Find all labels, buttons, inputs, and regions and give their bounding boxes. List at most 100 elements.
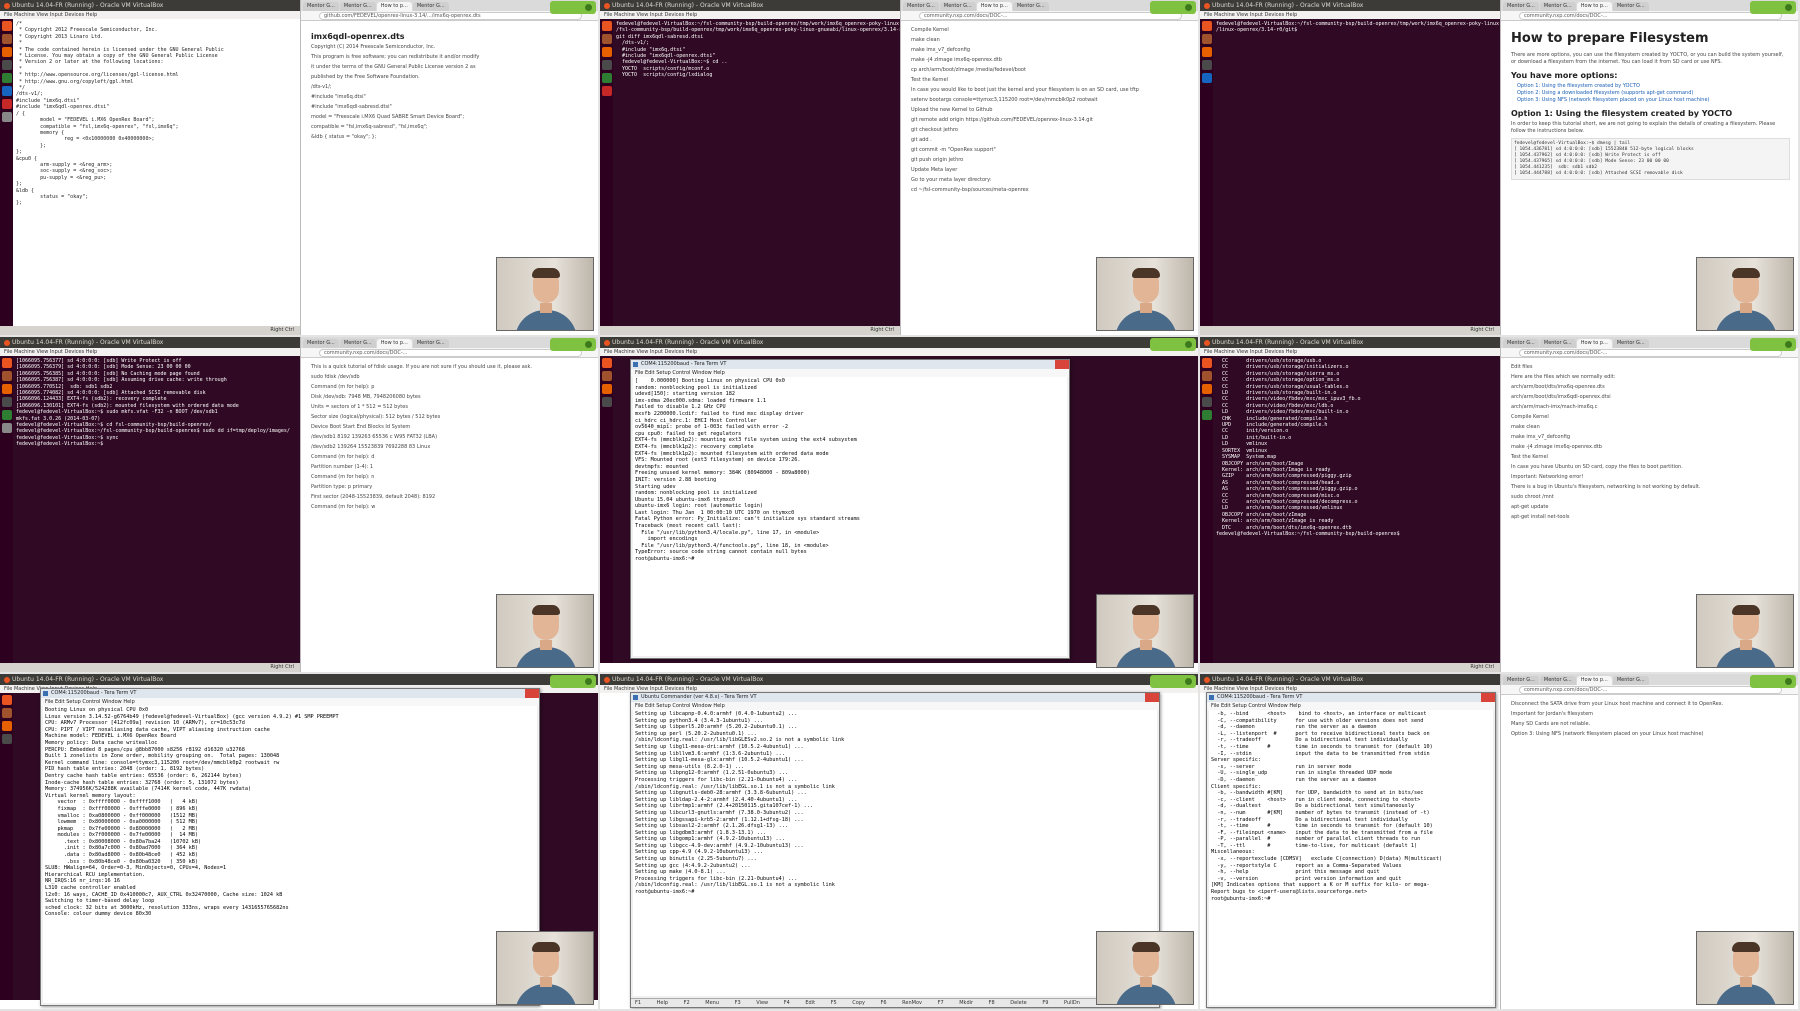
calc-icon[interactable] (1201, 410, 1212, 420)
option-link-1[interactable]: Option 1: Using the filesystem created b… (1517, 83, 1790, 90)
terminal-icon[interactable] (1, 397, 12, 407)
option-link-2[interactable]: Option 2: Using a downloaded filesystem … (1517, 90, 1790, 97)
address-bar[interactable]: community.nxp.com/docs/DOC-... (1519, 349, 1782, 357)
browser-tab[interactable]: How to p... (1576, 676, 1612, 685)
files-icon[interactable] (601, 371, 612, 381)
close-icon[interactable] (525, 689, 539, 698)
software-icon[interactable] (1, 99, 12, 109)
serial-console[interactable]: Booting Linux on physical CPU 0x0 Linux v… (43, 706, 537, 1003)
settings-icon[interactable] (1, 423, 12, 433)
browser-tab[interactable]: Mentor G... (1539, 339, 1576, 348)
browser-tab[interactable]: Mentor G... (1503, 676, 1539, 685)
browser-tab[interactable]: Mentor G... (1612, 339, 1649, 348)
vbox-menubar[interactable]: File Machine View Input Devices Help (600, 11, 900, 19)
firefox-icon[interactable] (1201, 384, 1212, 394)
browser-tab[interactable]: Mentor G... (339, 339, 376, 348)
thumbnail-6[interactable]: Ubuntu 14.04-FR (Running) - Oracle VM Vi… (1200, 337, 1800, 674)
serial-console[interactable]: -b, --bind <host> bind to <host>, an int… (1209, 710, 1493, 1005)
thumbnail-3[interactable]: Ubuntu 14.04-FR (Running) - Oracle VM Vi… (1200, 0, 1800, 337)
terminal[interactable]: fedevel@fedevel-VirtualBox:~/fsl-communi… (1213, 19, 1500, 326)
dash-icon[interactable] (1201, 21, 1212, 31)
dash-icon[interactable] (601, 358, 612, 368)
calc-icon[interactable] (601, 73, 612, 83)
writer-icon[interactable] (1, 86, 12, 96)
browser-tab[interactable]: Mentor G... (1539, 2, 1576, 11)
thumbnail-5[interactable]: Ubuntu 14.04-FR (Running) - Oracle VM Vi… (600, 337, 1200, 674)
files-icon[interactable] (601, 34, 612, 44)
firefox-icon[interactable] (601, 47, 612, 57)
teraterm-window[interactable]: Ubuntu Commander (ver 4.8.x) - Tera Term… (630, 692, 1160, 1008)
terminal-icon[interactable] (1201, 397, 1212, 407)
terminal-icon[interactable] (1, 734, 12, 744)
thumbnail-2[interactable]: Ubuntu 14.04-FR (Running) - Oracle VM Vi… (600, 0, 1200, 337)
thumbnail-4[interactable]: Ubuntu 14.04-FR (Running) - Oracle VM Vi… (0, 337, 600, 674)
vbox-menubar[interactable]: File Machine View Input Devices Help (0, 348, 300, 356)
serial-console[interactable]: Setting up libcapnp-0.4.0:armhf (0.4.0-1… (633, 710, 1157, 996)
browser-tab[interactable]: How to p... (376, 2, 412, 11)
teraterm-window[interactable]: COM4:115200baud - Tera Term VT File Edit… (630, 359, 1070, 659)
vbox-menubar[interactable]: File Machine View Input Devices Help (1200, 348, 1500, 356)
terminal-icon[interactable] (1201, 60, 1212, 70)
firefox-icon[interactable] (1, 721, 12, 731)
thumbnail-8[interactable]: Ubuntu 14.04-FR (Running) - Oracle VM Vi… (600, 674, 1200, 1011)
firefox-icon[interactable] (1, 384, 12, 394)
thumbnail-7[interactable]: Ubuntu 14.04-FR (Running) - Oracle VM Vi… (0, 674, 600, 1011)
browser-tab[interactable]: Mentor G... (1612, 2, 1649, 11)
browser-tab[interactable]: Mentor G... (1503, 2, 1539, 11)
browser-tab[interactable]: How to p... (1576, 2, 1612, 11)
teraterm-window[interactable]: COM4:115200baud - Tera Term VT File Edit… (1206, 692, 1496, 1008)
files-icon[interactable] (1, 708, 12, 718)
close-icon[interactable] (1145, 693, 1159, 702)
terminal-icon[interactable] (601, 397, 612, 407)
browser-tab[interactable]: How to p... (976, 2, 1012, 11)
serial-console[interactable]: [ 0.000000] Booting Linux on physical CP… (633, 377, 1067, 656)
software-icon[interactable] (601, 86, 612, 96)
browser-tab[interactable]: Mentor G... (1503, 339, 1539, 348)
teraterm-menubar[interactable]: File Edit Setup Control Window Help (1207, 702, 1495, 710)
firefox-icon[interactable] (1201, 47, 1212, 57)
function-key-bar[interactable]: F1 Help F2 Menu F3 View F4 Edit F5 Copy … (631, 998, 1159, 1007)
browser-tab[interactable]: Mentor G... (303, 2, 339, 11)
files-icon[interactable] (1201, 34, 1212, 44)
terminal-icon[interactable] (1, 60, 12, 70)
files-icon[interactable] (1, 34, 12, 44)
files-icon[interactable] (1201, 371, 1212, 381)
option-link-3[interactable]: Option 3: Using NFS (network filesystem … (1517, 97, 1790, 104)
browser-tab[interactable]: Mentor G... (1539, 676, 1576, 685)
teraterm-window[interactable]: COM4:115200baud - Tera Term VT File Edit… (40, 688, 540, 1006)
firefox-icon[interactable] (601, 384, 612, 394)
browser-tab[interactable]: How to p... (1576, 339, 1612, 348)
terminal[interactable]: CC drivers/usb/storage/usb.o CC drivers/… (1213, 356, 1500, 663)
calc-icon[interactable] (1, 410, 12, 420)
files-icon[interactable] (1, 371, 12, 381)
browser-tab[interactable]: Mentor G... (303, 339, 339, 348)
gedit-editor[interactable]: /* * Copyright 2012 Freescale Semiconduc… (13, 19, 300, 326)
terminal[interactable]: fedevel@fedevel-VirtualBox:~/fsl-communi… (613, 19, 900, 326)
dash-icon[interactable] (1201, 358, 1212, 368)
vbox-menubar[interactable]: File Machine View Input Devices Help (1200, 11, 1500, 19)
browser-tab[interactable]: Mentor G... (339, 2, 376, 11)
firefox-icon[interactable] (1, 47, 12, 57)
writer-icon[interactable] (1201, 73, 1212, 83)
close-icon[interactable] (1481, 693, 1495, 702)
dash-icon[interactable] (601, 21, 612, 31)
dash-icon[interactable] (1, 695, 12, 705)
vbox-menubar[interactable]: File Machine View Input Devices Help (0, 11, 300, 19)
browser-tab[interactable]: Mentor G... (1012, 2, 1049, 11)
teraterm-menubar[interactable]: File Edit Setup Control Window Help (631, 702, 1159, 710)
teraterm-menubar[interactable]: File Edit Setup Control Window Help (631, 369, 1069, 377)
browser-tab[interactable]: Mentor G... (903, 2, 939, 11)
terminal-icon[interactable] (601, 60, 612, 70)
dash-icon[interactable] (1, 358, 12, 368)
address-bar[interactable]: community.nxp.com/docs/DOC-... (919, 12, 1182, 20)
address-bar[interactable]: community.nxp.com/docs/DOC-... (1519, 686, 1782, 694)
browser-tab[interactable]: Mentor G... (412, 339, 449, 348)
vbox-menubar[interactable]: File Machine View Input Devices Help (600, 348, 1198, 356)
dash-icon[interactable] (1, 21, 12, 31)
teraterm-menubar[interactable]: File Edit Setup Control Window Help (41, 698, 539, 706)
thumbnail-1[interactable]: Ubuntu 14.04-FR (Running) - Oracle VM Vi… (0, 0, 600, 337)
browser-tab[interactable]: Mentor G... (1612, 676, 1649, 685)
calc-icon[interactable] (1, 73, 12, 83)
address-bar[interactable]: community.nxp.com/docs/DOC-... (319, 349, 582, 357)
thumbnail-9[interactable]: Ubuntu 14.04-FR (Running) - Oracle VM Vi… (1200, 674, 1800, 1011)
